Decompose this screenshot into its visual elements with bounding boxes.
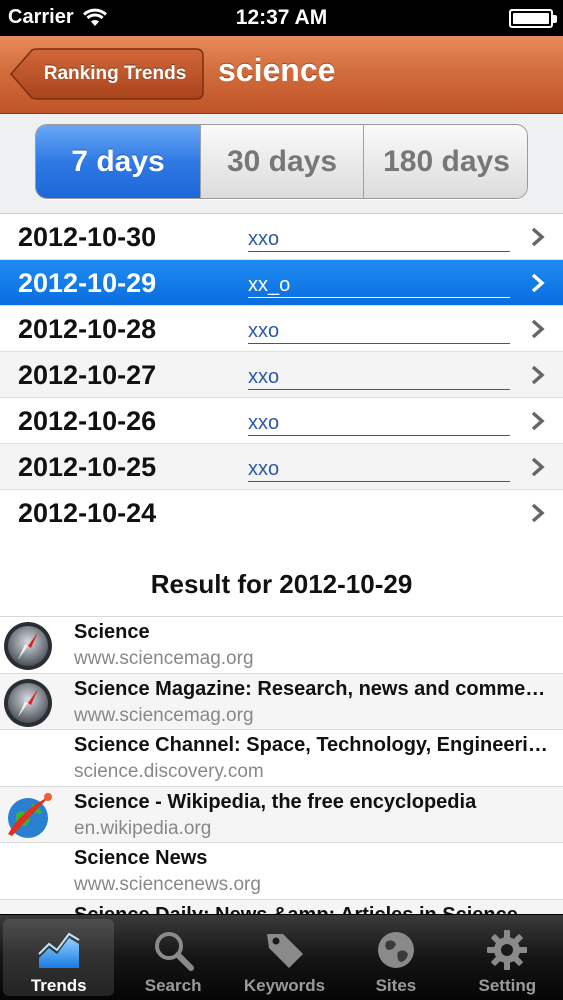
segment-30-days[interactable]: 30 days [201, 125, 364, 198]
result-row[interactable]: Science News www.sciencenews.org [0, 843, 563, 900]
date-row[interactable]: 2012-10-25 xxo [0, 444, 563, 490]
trend-indicator: xxo [248, 226, 510, 252]
tab-label: Keywords [243, 976, 326, 995]
tab-label: Setting [478, 976, 537, 995]
navigation-bar: Ranking Trends science [0, 36, 563, 114]
chevron-right-icon [531, 411, 545, 431]
date-list: 2012-10-30 xxo 2012-10-29 xx_o 2012-10-2… [0, 214, 563, 536]
result-url: www.sciencemag.org [74, 704, 254, 726]
result-row[interactable]: Science Magazine: Research, news and com… [0, 673, 563, 730]
result-title: Science - Wikipedia, the free encycloped… [74, 790, 477, 813]
date-label: 2012-10-29 [18, 268, 157, 298]
result-url: www.sciencemag.org [74, 648, 254, 669]
tab-search[interactable]: Search [117, 915, 228, 1000]
result-url: en.wikipedia.org [74, 817, 212, 839]
results-list: Science www.sciencemag.org Science Magaz… [0, 616, 563, 914]
chevron-right-icon [531, 503, 545, 523]
result-title: Science Channel: Space, Technology, Engi… [74, 734, 552, 756]
result-row[interactable]: Science Channel: Space, Technology, Engi… [0, 730, 563, 787]
tab-bar: Trends Search Keywords Sites Setting [0, 914, 563, 1000]
tab-trends[interactable]: Trends [3, 919, 115, 996]
date-label: 2012-10-26 [18, 406, 157, 436]
tab-sites[interactable]: Sites [340, 915, 451, 1000]
chevron-right-icon [531, 227, 545, 247]
tab-setting[interactable]: Setting [452, 915, 563, 1000]
status-bar: Carrier 12:37 AM [0, 0, 563, 36]
trend-indicator: xx_o [248, 272, 510, 298]
date-label: 2012-10-28 [18, 314, 157, 344]
result-title: Science Daily: News &amp; Articles in Sc… [74, 904, 552, 915]
date-row[interactable]: 2012-10-28 xxo [0, 306, 563, 352]
date-label: 2012-10-25 [18, 452, 157, 482]
segment-180-days[interactable]: 180 days [364, 125, 527, 198]
tab-label: Sites [375, 976, 417, 995]
chart-icon [37, 932, 80, 968]
date-row[interactable]: 2012-10-26 xxo [0, 398, 563, 444]
magnifier-icon [155, 932, 195, 971]
result-title: Science News [74, 847, 208, 869]
date-row[interactable]: 2012-10-24 [0, 490, 563, 536]
gear-icon [487, 930, 528, 970]
result-row[interactable]: Science Daily: News &amp; Articles in Sc… [0, 899, 563, 915]
result-row[interactable]: Science www.sciencemag.org [0, 617, 563, 674]
date-row[interactable]: 2012-10-30 xxo [0, 214, 563, 260]
result-title: Science [74, 621, 150, 643]
date-row-selected[interactable]: 2012-10-29 xx_o [0, 260, 563, 306]
page-title: science [218, 52, 336, 88]
segment-7-days[interactable]: 7 days [36, 125, 201, 198]
clock: 12:37 AM [235, 6, 328, 29]
globe-comet-icon [8, 792, 52, 838]
chevron-right-icon [531, 273, 545, 293]
tag-icon [266, 934, 303, 968]
trend-indicator: xxo [248, 410, 510, 436]
trend-indicator: xxo [248, 364, 510, 390]
result-row[interactable]: Science - Wikipedia, the free encycloped… [0, 786, 563, 843]
trend-indicator: xxo [248, 456, 510, 482]
battery-icon [509, 9, 557, 28]
safari-compass-icon [4, 622, 52, 670]
date-row[interactable]: 2012-10-27 xxo [0, 352, 563, 398]
range-selector-area: 7 days 30 days 180 days [0, 114, 563, 214]
date-label: 2012-10-30 [18, 222, 157, 252]
result-header: Result for 2012-10-29 [150, 569, 413, 599]
result-url: science.discovery.com [74, 761, 264, 782]
result-url: www.sciencenews.org [74, 874, 261, 895]
globe-icon [377, 932, 414, 968]
date-label: 2012-10-27 [18, 360, 157, 390]
back-button[interactable]: Ranking Trends [10, 48, 204, 100]
range-segmented-control: 7 days 30 days 180 days [35, 124, 528, 199]
tab-label: Trends [30, 976, 87, 995]
result-title: Science Magazine: Research, news and com… [74, 677, 552, 700]
tab-label: Search [144, 976, 202, 995]
chevron-right-icon [531, 319, 545, 339]
back-button-label: Ranking Trends [43, 63, 187, 84]
date-label: 2012-10-24 [18, 498, 157, 528]
tab-keywords[interactable]: Keywords [229, 915, 340, 1000]
safari-compass-icon [4, 678, 52, 727]
chevron-right-icon [531, 457, 545, 477]
trend-indicator: xxo [248, 318, 510, 344]
chevron-right-icon [531, 365, 545, 385]
